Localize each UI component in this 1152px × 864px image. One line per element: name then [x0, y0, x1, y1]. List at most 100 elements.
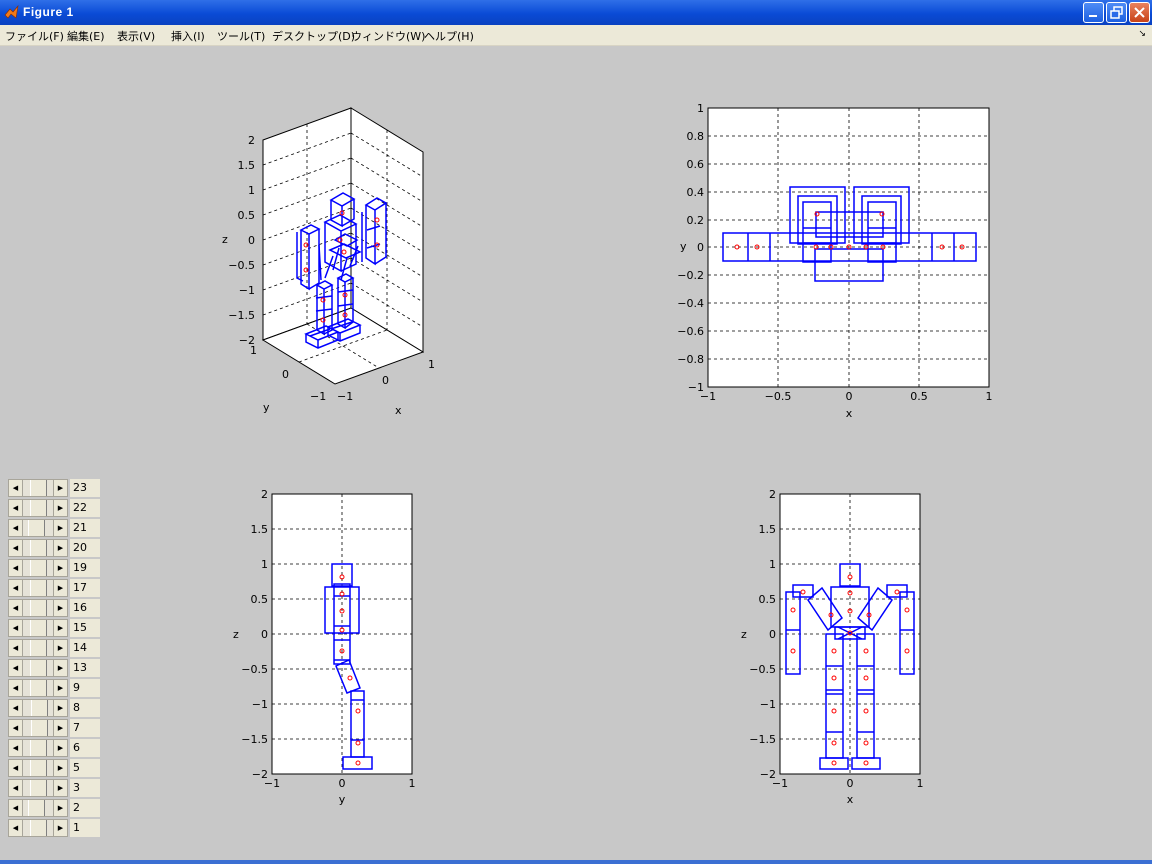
menu-window[interactable]: ウィンドウ(W) [351, 28, 425, 44]
slider-thumb[interactable] [30, 560, 47, 576]
slider-thumb[interactable] [30, 760, 47, 776]
joint-slider-9[interactable]: ◀ ▶ [8, 679, 68, 697]
slider-thumb[interactable] [30, 480, 47, 496]
slider-thumb[interactable] [30, 680, 47, 696]
xtick: 0 [846, 390, 853, 403]
slider-right-arrow-icon[interactable]: ▶ [53, 580, 67, 596]
slider-left-arrow-icon[interactable]: ◀ [9, 640, 23, 656]
slider-thumb[interactable] [30, 820, 47, 836]
slider-right-arrow-icon[interactable]: ▶ [53, 680, 67, 696]
slider-left-arrow-icon[interactable]: ◀ [9, 660, 23, 676]
slider-label: 15 [70, 619, 100, 637]
minimize-button[interactable] [1083, 2, 1104, 23]
axes-top-view[interactable]: 1 0.8 0.6 0.4 0.2 0 −0.2 −0.4 −0.6 −0.8 … [677, 102, 992, 420]
slider-left-arrow-icon[interactable]: ◀ [9, 760, 23, 776]
slider-right-arrow-icon[interactable]: ▶ [53, 560, 67, 576]
close-icon [1134, 7, 1145, 18]
restore-button[interactable] [1106, 2, 1127, 23]
slider-right-arrow-icon[interactable]: ▶ [53, 620, 67, 636]
slider-thumb[interactable] [30, 580, 47, 596]
joint-slider-19[interactable]: ◀ ▶ [8, 559, 68, 577]
slider-left-arrow-icon[interactable]: ◀ [9, 700, 23, 716]
slider-right-arrow-icon[interactable]: ▶ [53, 600, 67, 616]
joint-slider-13[interactable]: ◀ ▶ [8, 659, 68, 677]
menu-view[interactable]: 表示(V) [117, 28, 155, 44]
menu-help[interactable]: ヘルプ(H) [424, 28, 474, 44]
menu-tools[interactable]: ツール(T) [217, 28, 265, 44]
slider-thumb[interactable] [28, 800, 45, 816]
slider-left-arrow-icon[interactable]: ◀ [9, 800, 23, 816]
slider-label: 7 [70, 719, 100, 737]
slider-left-arrow-icon[interactable]: ◀ [9, 580, 23, 596]
slider-right-arrow-icon[interactable]: ▶ [53, 720, 67, 736]
joint-slider-8[interactable]: ◀ ▶ [8, 699, 68, 717]
slider-thumb[interactable] [30, 740, 47, 756]
joint-slider-20[interactable]: ◀ ▶ [8, 539, 68, 557]
slider-right-arrow-icon[interactable]: ▶ [53, 500, 67, 516]
joint-slider-1[interactable]: ◀ ▶ [8, 819, 68, 837]
slider-right-arrow-icon[interactable]: ▶ [53, 540, 67, 556]
joint-slider-5[interactable]: ◀ ▶ [8, 759, 68, 777]
chevron-icon[interactable]: ↘ [1138, 29, 1146, 39]
joint-slider-7[interactable]: ◀ ▶ [8, 719, 68, 737]
joint-slider-21[interactable]: ◀ ▶ [8, 519, 68, 537]
slider-left-arrow-icon[interactable]: ◀ [9, 720, 23, 736]
xtick: −0.5 [765, 390, 792, 403]
slider-left-arrow-icon[interactable]: ◀ [9, 500, 23, 516]
slider-left-arrow-icon[interactable]: ◀ [9, 540, 23, 556]
slider-thumb[interactable] [31, 720, 48, 736]
menu-desktop[interactable]: デスクトップ(D) [272, 28, 355, 44]
slider-thumb[interactable] [30, 620, 47, 636]
joint-slider-3[interactable]: ◀ ▶ [8, 779, 68, 797]
slider-left-arrow-icon[interactable]: ◀ [9, 620, 23, 636]
slider-right-arrow-icon[interactable]: ▶ [53, 800, 67, 816]
slider-left-arrow-icon[interactable]: ◀ [9, 560, 23, 576]
slider-left-arrow-icon[interactable]: ◀ [9, 740, 23, 756]
menu-file[interactable]: ファイル(F) [5, 28, 64, 44]
slider-right-arrow-icon[interactable]: ▶ [53, 520, 67, 536]
joint-slider-23[interactable]: ◀ ▶ [8, 479, 68, 497]
slider-right-arrow-icon[interactable]: ▶ [53, 480, 67, 496]
joint-slider-2[interactable]: ◀ ▶ [8, 799, 68, 817]
ytick: −0.2 [677, 269, 704, 282]
joint-slider-14[interactable]: ◀ ▶ [8, 639, 68, 657]
joint-slider-17[interactable]: ◀ ▶ [8, 579, 68, 597]
slider-right-arrow-icon[interactable]: ▶ [53, 700, 67, 716]
slider-left-arrow-icon[interactable]: ◀ [9, 600, 23, 616]
joint-slider-6[interactable]: ◀ ▶ [8, 739, 68, 757]
slider-left-arrow-icon[interactable]: ◀ [9, 780, 23, 796]
zlabel: z [222, 233, 228, 246]
slider-thumb[interactable] [31, 700, 48, 716]
slider-thumb[interactable] [30, 640, 47, 656]
slider-left-arrow-icon[interactable]: ◀ [9, 680, 23, 696]
ztick-2: 2 [248, 134, 255, 147]
slider-right-arrow-icon[interactable]: ▶ [53, 780, 67, 796]
ztick-0_5: 0.5 [238, 209, 256, 222]
slider-thumb[interactable] [30, 780, 47, 796]
slider-left-arrow-icon[interactable]: ◀ [9, 480, 23, 496]
menu-edit[interactable]: 編集(E) [67, 28, 105, 44]
slider-thumb[interactable] [30, 500, 47, 516]
slider-label: 16 [70, 599, 100, 617]
slider-right-arrow-icon[interactable]: ▶ [53, 760, 67, 776]
slider-left-arrow-icon[interactable]: ◀ [9, 520, 23, 536]
slider-right-arrow-icon[interactable]: ▶ [53, 660, 67, 676]
joint-slider-16[interactable]: ◀ ▶ [8, 599, 68, 617]
slider-thumb[interactable] [30, 660, 47, 676]
slider-thumb[interactable] [28, 520, 45, 536]
slider-right-arrow-icon[interactable]: ▶ [53, 820, 67, 836]
axes-front-view[interactable]: 2 1.5 1 0.5 0 −0.5 −1 −1.5 −2 −1 0 1 x z [741, 488, 924, 806]
axes-3d[interactable]: 2 1.5 1 0.5 0 −0.5 −1 −1.5 −2 z 1 0 −1 y… [222, 107, 435, 417]
close-button[interactable] [1129, 2, 1150, 23]
title-bar[interactable]: Figure 1 [0, 0, 1152, 25]
joint-slider-15[interactable]: ◀ ▶ [8, 619, 68, 637]
menu-insert[interactable]: 挿入(I) [171, 28, 205, 44]
axes-side-view[interactable]: 2 1.5 1 0.5 0 −0.5 −1 −1.5 −2 −1 0 1 y z [233, 488, 416, 806]
slider-right-arrow-icon[interactable]: ▶ [53, 640, 67, 656]
slider-left-arrow-icon[interactable]: ◀ [9, 820, 23, 836]
slider-right-arrow-icon[interactable]: ▶ [53, 740, 67, 756]
slider-thumb[interactable] [30, 600, 47, 616]
joint-slider-22[interactable]: ◀ ▶ [8, 499, 68, 517]
slider-thumb[interactable] [30, 540, 47, 556]
ytick-1: 1 [250, 344, 257, 357]
